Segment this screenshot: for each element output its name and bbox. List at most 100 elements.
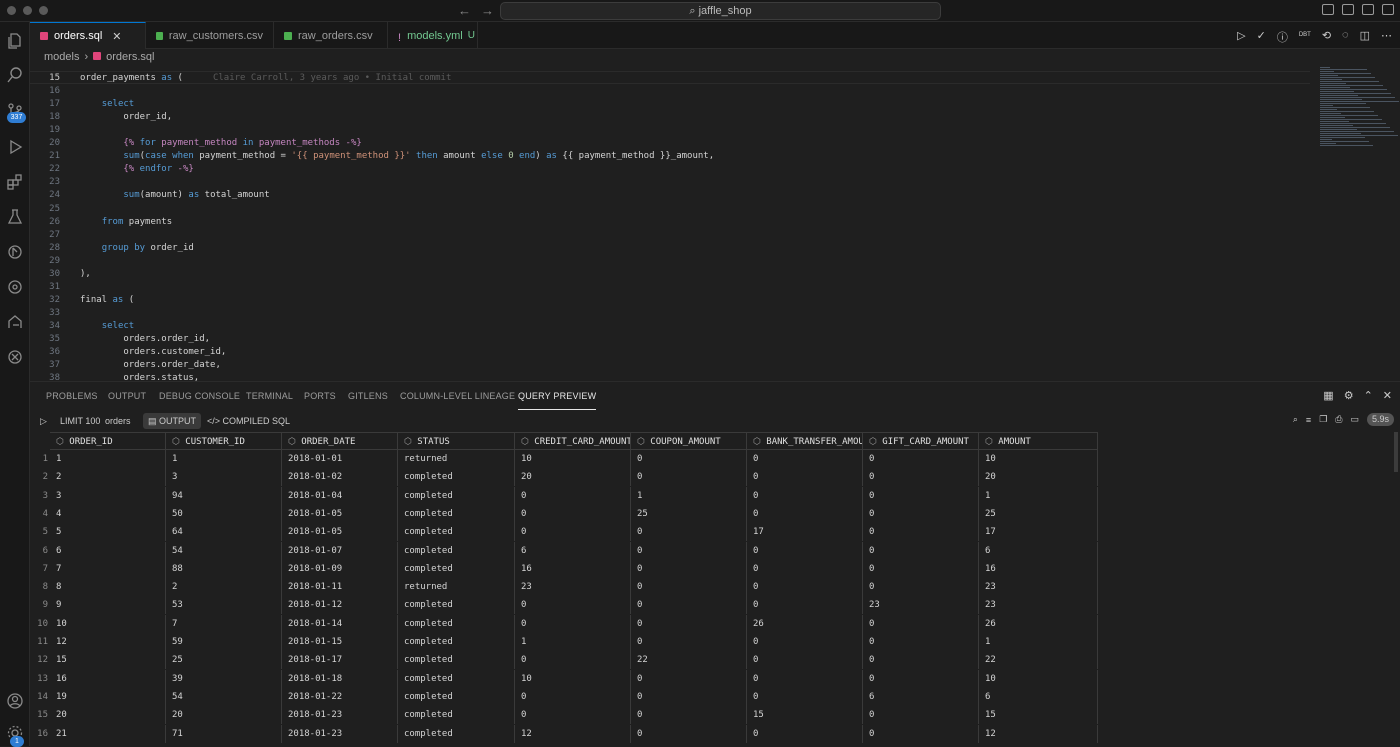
table-cell[interactable]: 0 <box>631 523 747 542</box>
table-row[interactable]: 16 21 71 2018-01-23 completed 12 0 0 0 12 <box>30 724 1098 743</box>
open-in-editor-icon[interactable]: ▭ <box>1350 414 1359 425</box>
code-line[interactable]: 22 {% endfor -%} <box>30 163 1310 176</box>
table-cell[interactable]: 20 <box>515 468 631 487</box>
table-cell[interactable]: 26 <box>979 614 1098 633</box>
table-cell[interactable]: 0 <box>631 669 747 688</box>
table-cell[interactable]: 0 <box>863 669 979 688</box>
table-cell[interactable]: 6 <box>50 541 166 560</box>
table-row[interactable]: 4 4 50 2018-01-05 completed 0 25 0 0 25 <box>30 504 1098 523</box>
tab-ports[interactable]: PORTS <box>304 382 336 410</box>
tab-output[interactable]: OUTPUT <box>108 382 146 410</box>
code-line[interactable]: 32 final as ( <box>30 294 1310 307</box>
table-cell[interactable]: 0 <box>747 504 863 523</box>
code-line[interactable]: 23 <box>30 176 1310 189</box>
table-cell[interactable]: 0 <box>747 486 863 505</box>
table-cell[interactable]: 0 <box>863 450 979 468</box>
table-row[interactable]: 10 10 7 2018-01-14 completed 0 0 26 0 26 <box>30 614 1098 633</box>
code-line[interactable]: 31 <box>30 281 1310 294</box>
table-cell[interactable]: 7 <box>166 614 282 633</box>
table-cell[interactable]: 5 <box>50 523 166 542</box>
table-cell[interactable]: completed <box>398 687 515 706</box>
code-editor[interactable]: 15 order_payments as (Claire Carroll, 3 y… <box>30 65 1400 381</box>
table-cell[interactable]: 1 <box>979 633 1098 651</box>
table-cell[interactable]: 6 <box>979 541 1098 560</box>
table-cell[interactable]: 0 <box>863 578 979 597</box>
table-cell[interactable]: 0 <box>747 450 863 468</box>
code-line[interactable]: 18 order_id, <box>30 111 1310 124</box>
table-cell[interactable]: 1 <box>979 486 1098 505</box>
column-header[interactable]: ⬡ GIFT_CARD_AMOUNT <box>863 432 979 450</box>
code-line[interactable]: 33 <box>30 307 1310 320</box>
table-cell[interactable]: 20 <box>50 706 166 725</box>
code-line[interactable]: 26 from payments <box>30 216 1310 229</box>
column-header[interactable]: ⬡ ORDER_ID <box>50 432 166 450</box>
table-cell[interactable]: completed <box>398 724 515 743</box>
table-cell[interactable]: 0 <box>747 633 863 651</box>
toggle-panel-icon[interactable] <box>1342 4 1354 15</box>
toggle-secondary-sidebar-icon[interactable] <box>1362 4 1374 15</box>
table-cell[interactable]: 39 <box>166 669 282 688</box>
table-cell[interactable]: 10 <box>515 669 631 688</box>
table-cell[interactable]: 15 <box>979 706 1098 725</box>
run-query-icon[interactable]: ▷ <box>40 413 47 429</box>
table-cell[interactable]: 0 <box>631 468 747 487</box>
explorer-icon[interactable] <box>0 28 30 54</box>
table-cell[interactable]: 0 <box>515 504 631 523</box>
table-cell[interactable]: 15 <box>50 651 166 670</box>
command-center-search[interactable]: ⌕ jaffle_shop <box>500 2 941 20</box>
table-cell[interactable]: 19 <box>50 687 166 706</box>
table-cell[interactable]: 7 <box>50 559 166 578</box>
table-cell[interactable]: 0 <box>863 724 979 743</box>
table-cell[interactable]: 2018-01-07 <box>282 541 398 560</box>
table-row[interactable]: 6 6 54 2018-01-07 completed 6 0 0 0 6 <box>30 541 1098 560</box>
table-cell[interactable]: 2018-01-18 <box>282 669 398 688</box>
table-cell[interactable]: 2018-01-05 <box>282 504 398 523</box>
table-cell[interactable]: 10 <box>979 669 1098 688</box>
table-cell[interactable]: 94 <box>166 486 282 505</box>
table-cell[interactable]: 0 <box>631 724 747 743</box>
code-line[interactable]: 37 orders.order_date, <box>30 359 1310 372</box>
table-cell[interactable]: completed <box>398 523 515 542</box>
table-cell[interactable]: 12 <box>515 724 631 743</box>
table-cell[interactable]: 0 <box>863 559 979 578</box>
table-cell[interactable]: 59 <box>166 633 282 651</box>
info-icon[interactable]: ⓘ <box>1277 29 1288 45</box>
table-row[interactable]: 2 2 3 2018-01-02 completed 20 0 0 0 20 <box>30 468 1098 487</box>
table-row[interactable]: 7 7 88 2018-01-09 completed 16 0 0 0 16 <box>30 559 1098 578</box>
table-cell[interactable]: 2018-01-14 <box>282 614 398 633</box>
table-cell[interactable]: 0 <box>515 596 631 615</box>
code-line[interactable]: 35 orders.order_id, <box>30 333 1310 346</box>
table-cell[interactable]: 1 <box>515 633 631 651</box>
code-line[interactable]: 25 <box>30 203 1310 216</box>
table-cell[interactable]: 0 <box>631 450 747 468</box>
circle-dot-icon[interactable]: ◌ <box>1342 29 1349 45</box>
table-cell[interactable]: 2018-01-22 <box>282 687 398 706</box>
export-icon[interactable]: ⎙ <box>1335 414 1342 425</box>
code-line[interactable]: 24 sum(amount) as total_amount <box>30 189 1310 202</box>
table-cell[interactable]: 10 <box>979 450 1098 468</box>
tab-terminal[interactable]: TERMINAL <box>246 382 293 410</box>
table-row[interactable]: 11 12 59 2018-01-15 completed 1 0 0 0 1 <box>30 633 1098 651</box>
table-cell[interactable]: 50 <box>166 504 282 523</box>
output-button[interactable]: ▤ OUTPUT <box>143 413 202 429</box>
table-cell[interactable]: completed <box>398 596 515 615</box>
table-cell[interactable]: completed <box>398 468 515 487</box>
table-cell[interactable]: 88 <box>166 559 282 578</box>
back-arrow-icon[interactable]: ← <box>458 3 471 18</box>
close-panel-icon[interactable]: ✕ <box>1383 389 1392 402</box>
table-cell[interactable]: returned <box>398 578 515 597</box>
table-cell[interactable]: 16 <box>50 669 166 688</box>
table-cell[interactable]: 2018-01-09 <box>282 559 398 578</box>
tab-orders-sql[interactable]: orders.sql ✕ <box>30 22 146 49</box>
table-cell[interactable]: completed <box>398 669 515 688</box>
table-cell[interactable]: 0 <box>747 724 863 743</box>
gear-icon[interactable]: ⚙ <box>1344 389 1354 402</box>
table-cell[interactable]: 0 <box>747 468 863 487</box>
more-actions-icon[interactable]: ⋯ <box>1381 29 1392 45</box>
table-cell[interactable]: completed <box>398 633 515 651</box>
copy-icon[interactable]: ❐ <box>1319 414 1327 425</box>
close-window-button[interactable] <box>7 6 16 15</box>
tab-models-yml[interactable]: ! models.yml U <box>388 22 478 49</box>
table-cell[interactable]: completed <box>398 541 515 560</box>
table-cell[interactable]: 0 <box>515 687 631 706</box>
